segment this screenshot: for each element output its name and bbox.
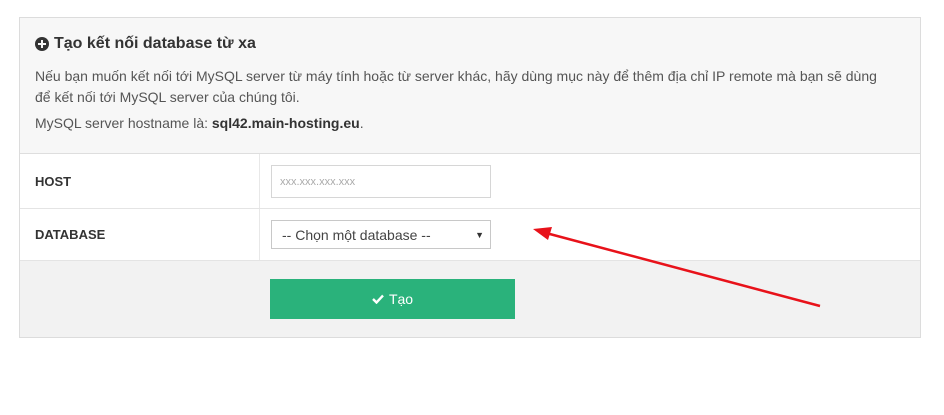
panel-title-text: Tạo kết nối database từ xa — [54, 35, 256, 52]
database-select[interactable]: -- Chọn một database -- ▼ — [271, 220, 491, 249]
create-button[interactable]: Tạo — [270, 279, 515, 319]
caret-down-icon: ▼ — [475, 229, 484, 240]
plus-circle-icon — [35, 37, 49, 51]
check-icon — [372, 294, 384, 304]
panel-description: Nếu bạn muốn kết nối tới MySQL server từ… — [35, 68, 877, 105]
database-label: DATABASE — [20, 209, 260, 260]
host-input[interactable] — [271, 165, 491, 198]
host-row: HOST — [20, 154, 920, 209]
remote-database-panel: Tạo kết nối database từ xa Nếu bạn muốn … — [19, 17, 921, 338]
database-select-value: -- Chọn một database -- — [282, 226, 431, 243]
hostname-prefix: MySQL server hostname là: — [35, 115, 212, 131]
panel-header: Tạo kết nối database từ xa Nếu bạn muốn … — [20, 18, 920, 154]
host-label: HOST — [20, 154, 260, 208]
hostname-value: sql42.main-hosting.eu — [211, 115, 360, 131]
database-row: DATABASE -- Chọn một database -- ▼ — [20, 209, 920, 261]
hostname-line: MySQL server hostname là: sql42.main-hos… — [35, 113, 904, 134]
panel-title: Tạo kết nối database từ xa — [35, 35, 904, 53]
create-button-label: Tạo — [388, 291, 414, 307]
form-footer: Tạo — [20, 261, 920, 337]
hostname-suffix: . — [359, 115, 364, 131]
